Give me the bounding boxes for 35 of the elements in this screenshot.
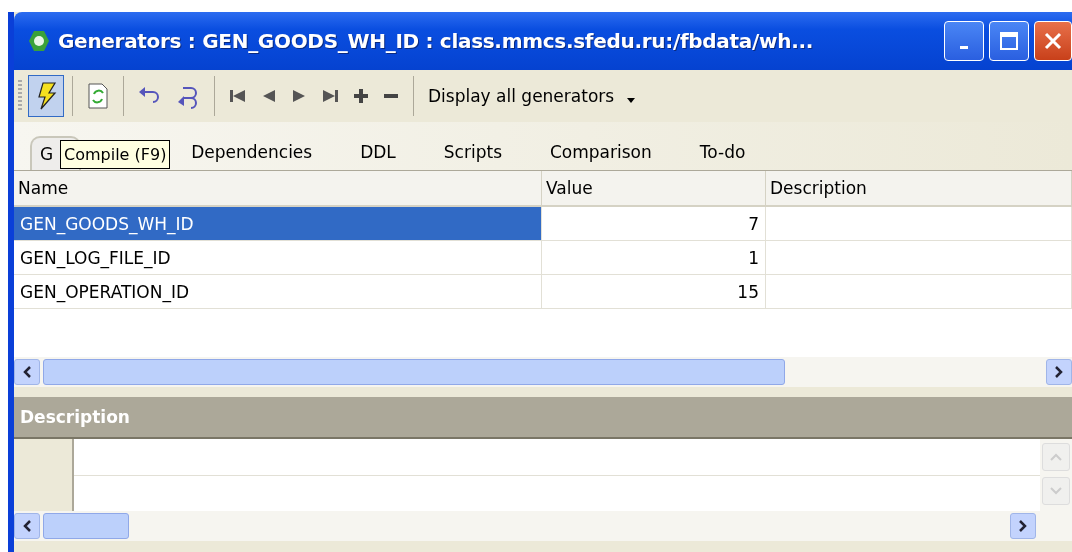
column-header[interactable]: Name	[14, 171, 542, 207]
table-cell[interactable]: GEN_GOODS_WH_ID	[14, 207, 542, 241]
lightning-icon[interactable]	[28, 75, 64, 117]
tab[interactable]: Comparison	[526, 136, 676, 170]
description-field[interactable]	[74, 439, 1040, 511]
close-icon	[1043, 31, 1063, 51]
app-icon	[28, 30, 50, 52]
column-header[interactable]: Value	[542, 171, 766, 207]
scroll-left-icon[interactable]	[14, 359, 40, 385]
tab[interactable]: DDL	[336, 136, 420, 170]
scroll-right-icon[interactable]	[1046, 359, 1072, 385]
tab[interactable]: To-do	[675, 136, 770, 170]
table-cell: 7	[542, 207, 766, 241]
maximize-button[interactable]	[989, 21, 1029, 61]
table-cell: 1	[542, 241, 766, 275]
table-cell[interactable]: GEN_OPERATION_ID	[14, 275, 542, 309]
scroll-right-icon[interactable]	[1010, 513, 1036, 539]
scroll-left-icon[interactable]	[14, 513, 40, 539]
close-button[interactable]	[1034, 21, 1072, 61]
horizontal-scrollbar[interactable]	[14, 511, 1072, 541]
minimize-icon	[960, 45, 968, 49]
maximize-icon	[999, 31, 1019, 51]
window-title: Generators : GEN_GOODS_WH_ID : class.mmcs.sfedu.ru:/fbdata/wh...	[58, 29, 815, 53]
filter-dropdown[interactable]: Display all generators	[422, 86, 643, 106]
table-cell: 15	[542, 275, 766, 309]
table-cell[interactable]: GEN_LOG_FILE_ID	[14, 241, 542, 275]
scroll-thumb[interactable]	[43, 359, 785, 385]
horizontal-scrollbar[interactable]	[14, 357, 1072, 387]
scroll-thumb[interactable]	[43, 513, 129, 539]
minimize-button[interactable]	[944, 21, 984, 61]
column-header[interactable]: Description	[766, 171, 1072, 207]
caret-icon	[626, 98, 637, 104]
tooltip: Compile (F9)	[60, 140, 171, 169]
tab[interactable]: Scripts	[419, 136, 526, 170]
panel-header: Description	[14, 397, 1072, 439]
